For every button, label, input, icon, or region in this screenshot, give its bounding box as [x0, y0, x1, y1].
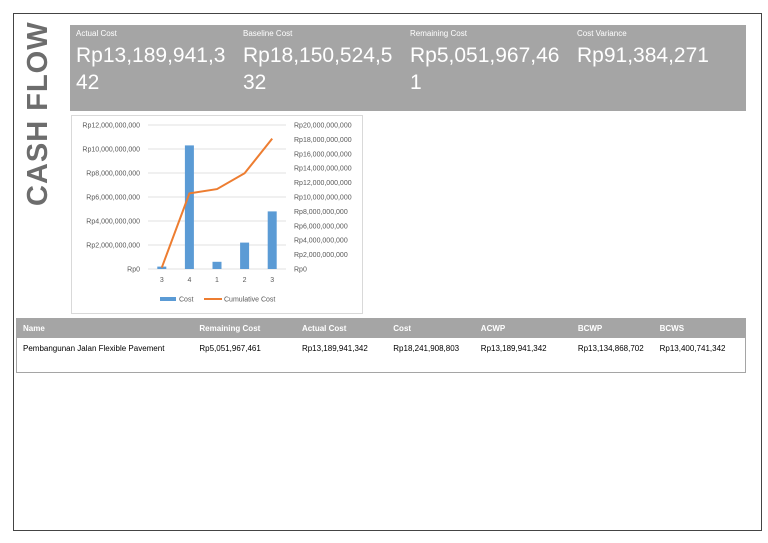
cumulative-cost-line — [160, 138, 273, 268]
kpi-cost-variance: Cost Variance Rp91,384,271 — [571, 25, 738, 111]
table-row[interactable]: Pembangunan Jalan Flexible Pavement Rp5,0… — [17, 338, 746, 373]
table-cell: Rp13,189,941,342 — [480, 344, 547, 353]
kpi-value: Rp5,051,967,461 — [410, 44, 560, 94]
kpi-label: Actual Cost — [76, 29, 117, 38]
left-axis-tick: Rp2,000,000,000 — [86, 243, 140, 250]
kpi-value: Rp18,150,524,532 — [243, 44, 393, 94]
cost-bar — [212, 261, 222, 269]
cost-bar — [184, 145, 194, 269]
right-axis-tick: Rp0 — [294, 267, 307, 274]
left-axis-tick: Rp6,000,000,000 — [86, 195, 140, 202]
x-axis-tick: 2 — [243, 277, 247, 284]
x-axis-tick: 3 — [270, 277, 274, 284]
legend-cost-label: Cost — [179, 297, 193, 304]
right-axis-tick: Rp10,000,000,000 — [294, 195, 352, 202]
table-cell: Rp13,134,868,702 — [577, 344, 644, 353]
right-axis-tick: Rp20,000,000,000 — [294, 123, 352, 130]
right-axis-tick: Rp8,000,000,000 — [294, 209, 348, 216]
right-axis-tick: Rp18,000,000,000 — [294, 137, 352, 144]
column-header: BCWS — [653, 318, 746, 338]
kpi-baseline-cost: Baseline Cost Rp18,150,524,532 — [237, 25, 404, 111]
table-cell: Pembangunan Jalan Flexible Pavement — [23, 344, 165, 353]
column-header: Actual Cost — [295, 318, 388, 338]
kpi-value: Rp91,384,271 — [577, 44, 709, 67]
right-axis-tick: Rp12,000,000,000 — [294, 180, 352, 187]
left-axis-tick: Rp10,000,000,000 — [82, 147, 140, 154]
cost-bar — [267, 211, 277, 269]
cost-bar — [240, 242, 250, 269]
kpi-label: Remaining Cost — [410, 29, 467, 38]
column-header: Remaining Cost — [193, 318, 296, 338]
kpi-remaining-cost: Remaining Cost Rp5,051,967,461 — [404, 25, 571, 111]
kpi-label: Baseline Cost — [243, 29, 293, 38]
kpi-bar: Actual Cost Rp13,189,941,342 Baseline Cos… — [70, 25, 746, 111]
chart-svg: Rp0 Rp2,000,000,000 Rp4,000,000,000 Rp6,000… — [82, 123, 352, 304]
table-cell: Rp18,241,908,803 — [393, 344, 460, 353]
kpi-actual-cost: Actual Cost Rp13,189,941,342 — [70, 25, 237, 111]
column-header: Cost — [387, 318, 475, 338]
table-cell: Rp5,051,967,461 — [199, 344, 261, 353]
column-header: BCWP — [571, 318, 654, 338]
right-axis-tick: Rp16,000,000,000 — [294, 151, 352, 158]
cost-table: Name Remaining Cost Actual Cost Cost ACWP BCW… — [16, 318, 746, 373]
right-axis-tick: Rp14,000,000,000 — [294, 166, 352, 173]
left-axis-tick: Rp12,000,000,000 — [82, 123, 140, 130]
column-header: ACWP — [474, 318, 572, 338]
left-axis-tick: Rp4,000,000,000 — [86, 219, 140, 226]
page-title: CASH FLOW — [22, 21, 54, 206]
left-axis-tick: Rp0 — [127, 267, 140, 274]
kpi-value: Rp13,189,941,342 — [76, 44, 226, 94]
table-cell: Rp13,189,941,342 — [301, 344, 368, 353]
x-axis-tick: 4 — [187, 277, 191, 284]
column-header: Name — [16, 318, 194, 338]
legend-cost-swatch — [160, 297, 176, 301]
right-axis-tick: Rp2,000,000,000 — [294, 252, 348, 259]
cash-flow-chart: Rp0 Rp2,000,000,000 Rp4,000,000,000 Rp6,000… — [71, 115, 363, 314]
right-axis-tick: Rp6,000,000,000 — [294, 223, 348, 230]
x-axis-tick: 1 — [215, 277, 219, 284]
table-cell: Rp13,400,741,342 — [659, 344, 726, 353]
x-axis-tick: 3 — [160, 277, 164, 284]
kpi-label: Cost Variance — [577, 29, 627, 38]
right-axis-tick: Rp4,000,000,000 — [294, 238, 348, 245]
table-header-row: Name Remaining Cost Actual Cost Cost ACWP BCW… — [16, 318, 746, 338]
legend-cumulative-label: Cumulative Cost — [224, 297, 275, 304]
left-axis-tick: Rp8,000,000,000 — [86, 171, 140, 178]
